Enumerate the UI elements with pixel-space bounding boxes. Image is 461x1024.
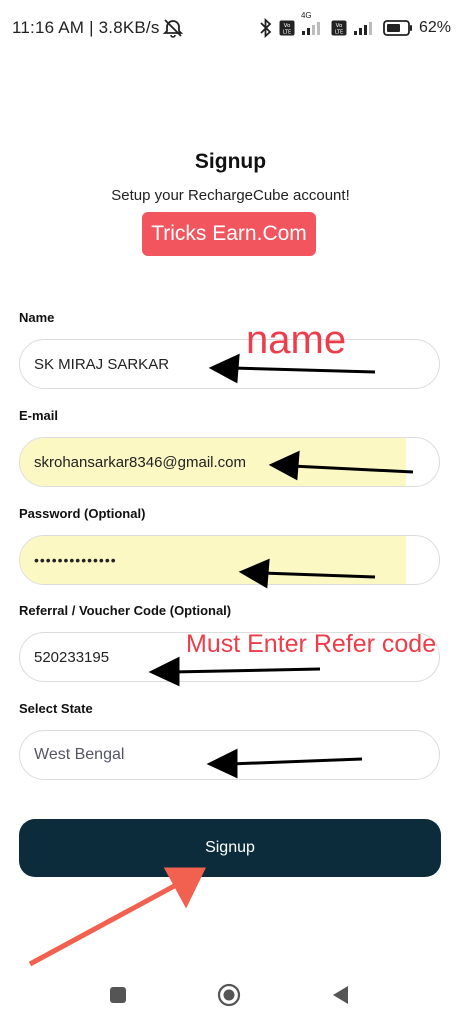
battery-percent: 62% <box>418 19 451 36</box>
volte-icon: Vo LTE <box>331 20 347 36</box>
alarm-off-icon <box>162 17 184 44</box>
name-input[interactable]: SK MIRAJ SARKAR <box>19 339 440 389</box>
home-circle-icon[interactable] <box>217 983 241 1012</box>
status-time: 11:16 AM | 3.8KB/s <box>12 18 160 37</box>
referral-code-value: 520233195 <box>34 648 110 666</box>
state-select-value: West Bengal <box>34 746 125 763</box>
password-input-value: •••••••••••••• <box>34 552 117 568</box>
page-title: Signup <box>194 150 267 173</box>
name-input-value: SK MIRAJ SARKAR <box>34 355 170 373</box>
email-input-value: skrohansarkar8346@gmail.com <box>34 453 246 471</box>
bluetooth-icon <box>259 18 273 38</box>
battery-icon <box>383 20 413 36</box>
signal-icon: 4G <box>301 11 325 36</box>
password-label: Password (Optional) <box>19 506 146 521</box>
back-triangle-icon[interactable] <box>332 985 350 1010</box>
signup-button[interactable]: Signup <box>19 819 441 877</box>
red-arrow-signup <box>28 867 206 967</box>
state-label: Select State <box>19 701 93 716</box>
status-bar: 11:16 AM | 3.8KB/s Vo LTE 4G Vo LTE 62% <box>0 0 461 56</box>
volte-icon: Vo LTE <box>279 20 295 36</box>
svg-text:Vo: Vo <box>336 23 343 29</box>
status-indicators: Vo LTE 4G Vo LTE 62% <box>259 11 451 40</box>
svg-text:LTE: LTE <box>335 30 343 36</box>
annotation-refer: Must Enter Refer code <box>186 630 437 658</box>
name-label: Name <box>19 310 55 325</box>
email-input[interactable]: skrohansarkar8346@gmail.com <box>19 437 440 487</box>
password-input[interactable]: •••••••••••••• <box>19 535 440 585</box>
svg-text:Vo: Vo <box>284 23 291 29</box>
annotation-name: name <box>246 318 347 362</box>
referral-label: Referral / Voucher Code (Optional) <box>19 603 232 618</box>
signal-icon <box>353 20 377 36</box>
network-type-label: 4G <box>300 11 312 20</box>
email-label: E-mail <box>19 408 59 423</box>
page-subtitle: Setup your RechargeCube account! <box>111 187 350 204</box>
recents-square-icon[interactable] <box>109 986 127 1009</box>
state-select[interactable]: West Bengal <box>19 730 440 780</box>
svg-text:LTE: LTE <box>283 30 291 36</box>
system-nav-bar <box>0 970 461 1024</box>
brand-watermark-badge: Tricks Earn.Com <box>142 212 316 256</box>
